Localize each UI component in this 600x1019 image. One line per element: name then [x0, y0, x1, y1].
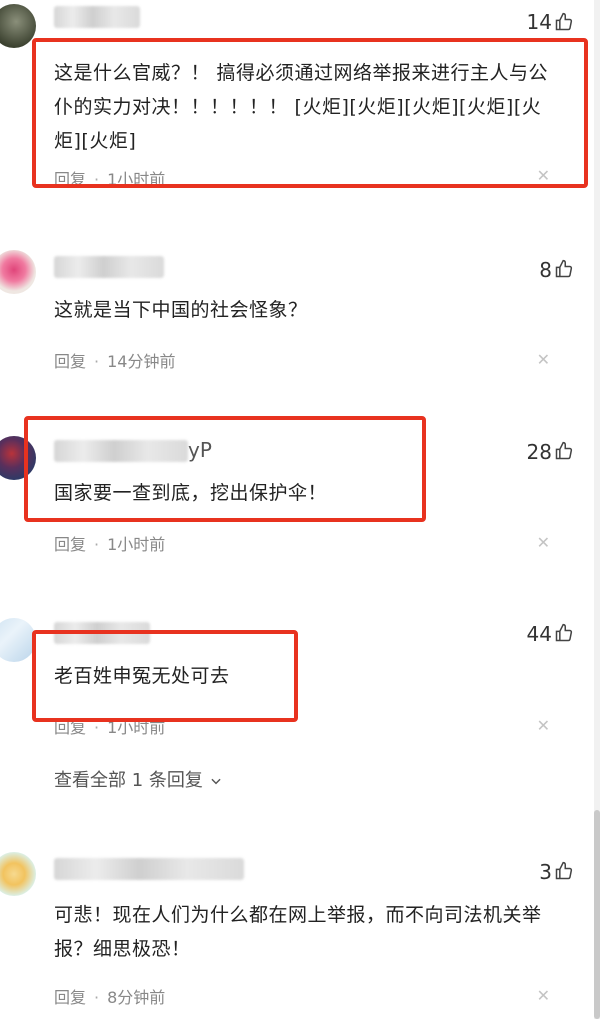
scrollbar-thumb[interactable] — [594, 810, 600, 1019]
thumbs-up-icon[interactable] — [554, 861, 574, 881]
timestamp: 1小时前 — [107, 170, 166, 189]
comment-meta: 回复 · 14分钟前 — [54, 348, 175, 372]
close-icon[interactable]: ✕ — [537, 716, 550, 735]
separator-dot: · — [94, 352, 100, 371]
username-blurred[interactable] — [54, 256, 164, 278]
like-count: 3 — [539, 860, 552, 884]
comment-meta: 回复 · 1小时前 — [54, 166, 165, 190]
timestamp: 14分钟前 — [107, 352, 176, 371]
close-icon[interactable]: ✕ — [537, 533, 550, 552]
username-blurred[interactable] — [54, 440, 188, 462]
separator-dot: · — [94, 535, 100, 554]
avatar[interactable] — [0, 852, 36, 896]
timestamp: 1小时前 — [107, 718, 166, 737]
close-icon[interactable]: ✕ — [537, 350, 550, 369]
username-blurred[interactable] — [54, 622, 150, 644]
thumbs-up-icon[interactable] — [554, 623, 574, 643]
comment-text: 国家要一查到底，挖出保护伞！ — [54, 482, 328, 504]
close-icon[interactable]: ✕ — [537, 986, 550, 1005]
chevron-down-icon — [211, 778, 221, 785]
reply-button[interactable]: 回复 — [54, 988, 86, 1007]
separator-dot: · — [94, 988, 100, 1007]
comment-text: 这就是当下中国的社会怪象？ — [54, 299, 308, 321]
comment-meta: 回复 · 8分钟前 — [54, 984, 165, 1008]
like-count: 28 — [526, 440, 552, 464]
timestamp: 1小时前 — [107, 535, 166, 554]
avatar[interactable] — [0, 4, 36, 48]
thumbs-up-icon[interactable] — [554, 441, 574, 461]
username-blurred[interactable] — [54, 6, 140, 28]
reply-button[interactable]: 回复 — [54, 352, 86, 371]
like-count: 8 — [539, 258, 552, 282]
comment-meta: 回复 · 1小时前 — [54, 714, 165, 738]
reply-button[interactable]: 回复 — [54, 535, 86, 554]
avatar[interactable] — [0, 436, 36, 480]
view-replies-label: 查看全部 1 条回复 — [54, 770, 203, 791]
like-count: 14 — [526, 10, 552, 34]
comment-text: 这是什么官威？！ 搞得必须通过网络举报来进行主人与公仆的实力对决！！！！！！ [… — [54, 62, 549, 152]
avatar[interactable] — [0, 250, 36, 294]
separator-dot: · — [94, 170, 100, 189]
separator-dot: · — [94, 718, 100, 737]
username-suffix[interactable]: yP — [188, 438, 212, 462]
comment-text: 可悲！现在人们为什么都在网上举报，而不向司法机关举报？细思极恐！ — [54, 904, 542, 960]
reply-button[interactable]: 回复 — [54, 170, 86, 189]
like-count: 44 — [526, 622, 552, 646]
comment-meta: 回复 · 1小时前 — [54, 531, 165, 555]
close-icon[interactable]: ✕ — [537, 166, 550, 185]
avatar[interactable] — [0, 618, 36, 662]
reply-button[interactable]: 回复 — [54, 718, 86, 737]
thumbs-up-icon[interactable] — [554, 259, 574, 279]
timestamp: 8分钟前 — [107, 988, 166, 1007]
thumbs-up-icon[interactable] — [554, 12, 574, 32]
comment-text: 老百姓申冤无处可去 — [54, 665, 230, 687]
username-blurred[interactable] — [54, 858, 244, 880]
view-all-replies-link[interactable]: 查看全部 1 条回复 — [54, 766, 223, 792]
